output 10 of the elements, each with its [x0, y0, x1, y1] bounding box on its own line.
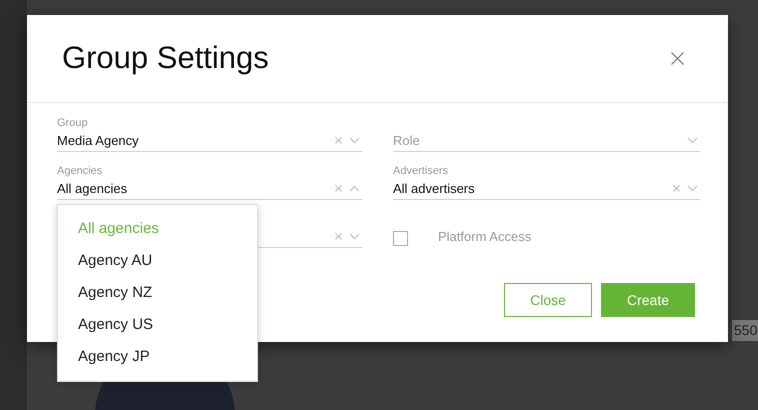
field-value: Media Agency	[57, 132, 140, 150]
page-text: 550	[732, 320, 758, 341]
field-value: All agencies	[57, 180, 128, 198]
checkbox-label: Platform Access	[438, 228, 532, 246]
field-value: All advertisers	[393, 180, 476, 198]
dialog-title: Group Settings	[62, 39, 269, 78]
field-label: Advertisers	[393, 165, 450, 178]
field-placeholder: Role	[393, 132, 421, 150]
field-label: Group	[57, 117, 89, 130]
field-label: Agencies	[57, 165, 104, 178]
